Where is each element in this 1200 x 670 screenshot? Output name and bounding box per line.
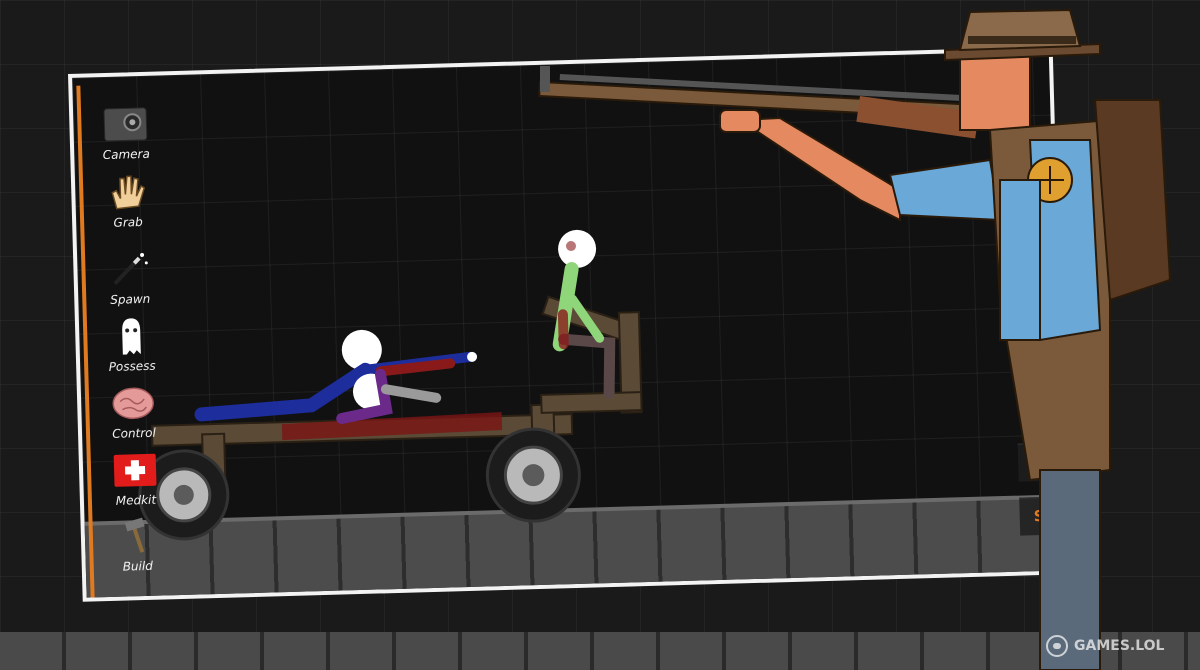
watermark-text: GAMES.LOL — [1074, 638, 1165, 654]
gamepad-logo-icon — [1046, 635, 1068, 657]
watermark: GAMES.LOL — [1046, 632, 1186, 660]
sniper-character — [538, 8, 1172, 670]
